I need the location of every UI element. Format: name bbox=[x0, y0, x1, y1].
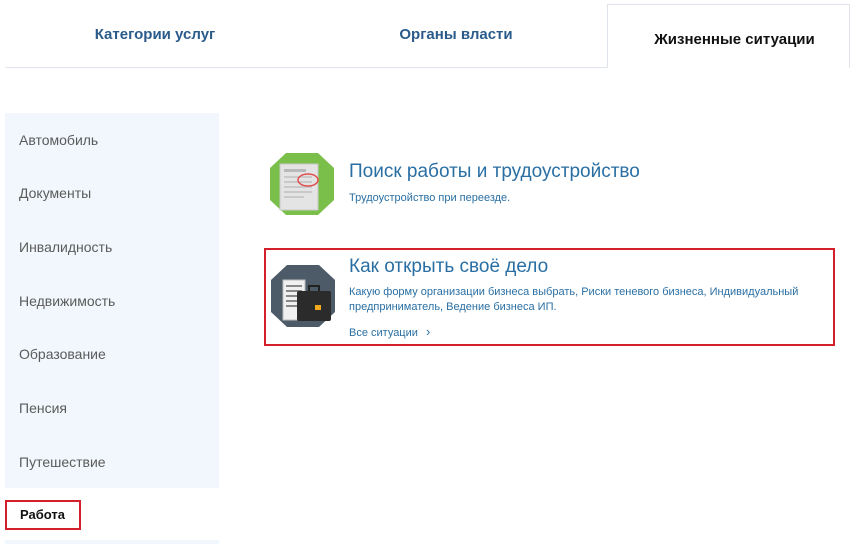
sidebar-footer-strip bbox=[5, 540, 219, 544]
tab-service-categories[interactable]: Категории услуг bbox=[5, 0, 305, 68]
sidebar-item-travel[interactable]: Путешествие bbox=[19, 454, 106, 470]
tab-life-situations[interactable]: Жизненные ситуации bbox=[607, 4, 850, 68]
sidebar-item-pension[interactable]: Пенсия bbox=[19, 400, 67, 416]
chevron-right-icon: › bbox=[425, 324, 431, 339]
sidebar-item-label: Работа bbox=[20, 507, 65, 522]
sidebar-item-auto[interactable]: Автомобиль bbox=[19, 132, 98, 148]
link-label: Все ситуации bbox=[349, 327, 418, 339]
block-description[interactable]: Трудоустройство при переезде. bbox=[349, 191, 510, 206]
block-description-line2[interactable]: предприниматель, Ведение бизнеса ИП. bbox=[349, 300, 557, 315]
block-title-open-business[interactable]: Как открыть своё дело bbox=[349, 256, 548, 278]
all-situations-link[interactable]: Все ситуации › bbox=[349, 324, 430, 339]
tab-label: Категории услуг bbox=[94, 26, 216, 43]
block-title-job-search[interactable]: Поиск работы и трудоустройство bbox=[349, 161, 640, 183]
tab-label: Жизненные ситуации bbox=[654, 31, 815, 48]
tab-authorities[interactable]: Органы власти bbox=[305, 0, 607, 68]
sidebar-item-disability[interactable]: Инвалидность bbox=[19, 239, 112, 255]
sidebar: Автомобиль Документы Инвалидность Недвиж… bbox=[5, 113, 219, 488]
sidebar-item-work[interactable]: Работа bbox=[5, 500, 81, 530]
sidebar-item-education[interactable]: Образование bbox=[19, 346, 106, 362]
tab-label: Органы власти bbox=[399, 26, 513, 43]
tab-bar: Категории услуг Органы власти Жизненные … bbox=[5, 0, 850, 68]
sidebar-item-documents[interactable]: Документы bbox=[19, 185, 91, 201]
block-description-line1[interactable]: Какую форму организации бизнеса выбрать,… bbox=[349, 285, 798, 300]
document-icon bbox=[270, 152, 334, 216]
briefcase-icon bbox=[271, 264, 335, 328]
sidebar-item-realty[interactable]: Недвижимость bbox=[19, 293, 115, 309]
